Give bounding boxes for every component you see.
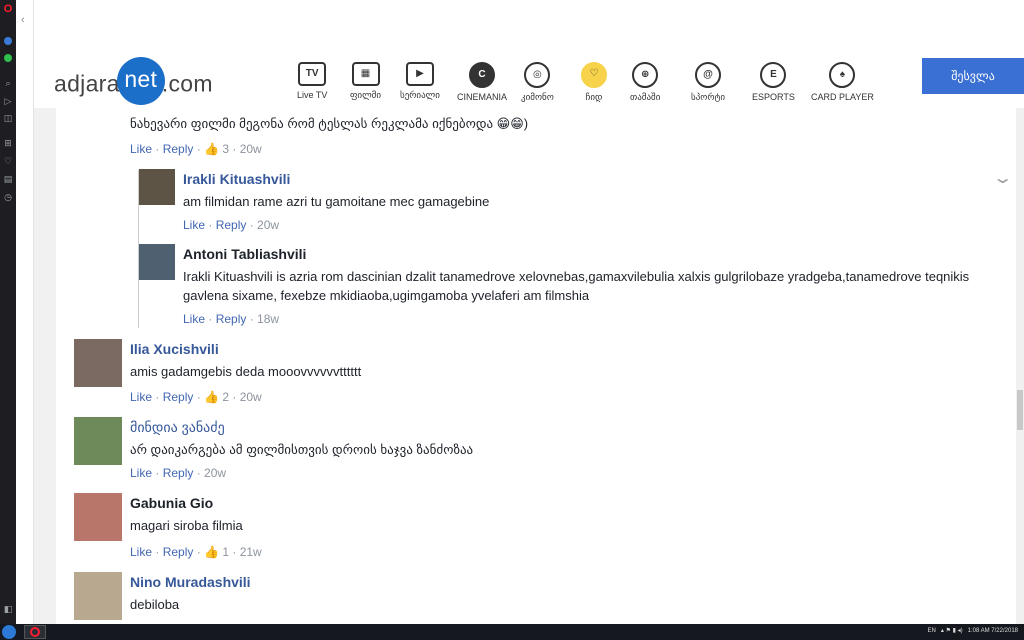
gamepad-icon: ⊕ (632, 62, 659, 88)
comment-meta: Like · Reply · 20w (130, 466, 227, 480)
reply-link[interactable]: Reply (163, 545, 194, 559)
aperture-icon: ◎ (524, 62, 551, 88)
cinemania-icon: C (469, 62, 495, 88)
spade-icon: ♠ (829, 62, 856, 88)
comment-text: am filmidan rame azri tu gamoitane mec g… (183, 194, 490, 209)
nav-movies[interactable]: ▦ ფილმი (350, 62, 381, 101)
system-tray: EN ▴ ⚑ ▮ ◂) 1:08 AM 7/22/2018 (927, 628, 1018, 634)
scrollbar-thumb[interactable] (1017, 390, 1023, 430)
like-link[interactable]: Like (130, 390, 152, 404)
like-count: 3 (222, 142, 230, 156)
news-icon[interactable]: ▤ (3, 174, 13, 184)
reply-link[interactable]: Reply (163, 142, 194, 156)
avatar[interactable] (74, 493, 122, 541)
comment-time: 20w (257, 218, 280, 232)
scrollbar[interactable] (1016, 108, 1024, 624)
esports-icon: E (760, 62, 787, 88)
tv-icon: TV (298, 62, 327, 86)
comment-meta: Like · Reply · 👍 2 · 20w (130, 390, 262, 404)
nav-live-tv[interactable]: TV Live TV (297, 62, 327, 100)
comment-author[interactable]: Nino Muradashvili (130, 574, 251, 590)
whatsapp-icon[interactable] (4, 54, 12, 62)
comment-time: 20w (204, 466, 227, 480)
reply-link[interactable]: Reply (216, 218, 247, 232)
thumbs-up-icon: 👍 (204, 390, 219, 404)
opera-icon (30, 627, 40, 637)
nav-esports[interactable]: E ESPORTS (752, 62, 795, 102)
clock-time[interactable]: 1:08 AM (968, 628, 990, 634)
nav-series[interactable]: ▶ სერიალი (400, 62, 440, 101)
avatar[interactable] (74, 339, 122, 387)
reply-link[interactable]: Reply (216, 312, 247, 326)
avatar[interactable] (139, 244, 175, 280)
comment-author[interactable]: Irakli Kituashvili (183, 171, 290, 187)
thumbs-up-icon: 👍 (204, 142, 219, 156)
like-count: 1 (222, 545, 230, 559)
heart-icon: ♡ (581, 62, 607, 88)
clock-date[interactable]: 7/22/2018 (991, 628, 1018, 634)
comment-text: არ დაიკარგება ამ ფილმისთვის დროის ხაჯვა … (130, 442, 474, 457)
comment-meta: Like · Reply · 18w (183, 312, 280, 326)
os-taskbar: EN ▴ ⚑ ▮ ◂) 1:08 AM 7/22/2018 (0, 624, 1024, 640)
page-gutter (34, 108, 56, 624)
play-icon: ▶ (405, 62, 434, 86)
taskbar-opera-button[interactable] (24, 625, 46, 639)
apps-icon[interactable]: ⊞ (3, 138, 13, 148)
reply-link[interactable]: Reply (163, 466, 194, 480)
chevron-down-icon[interactable]: ⌄ (992, 168, 1013, 188)
opera-logo-icon[interactable]: O (3, 4, 13, 15)
nav-kimono[interactable]: ◎ კიმონო (521, 62, 554, 103)
search-icon[interactable]: ⌕ (3, 78, 13, 88)
history-icon[interactable]: ◷ (3, 192, 13, 202)
comment-time: 21w (239, 545, 262, 559)
like-link[interactable]: Like (183, 218, 205, 232)
reply-link[interactable]: Reply (163, 390, 194, 404)
comment-author[interactable]: Ilia Xucishvili (130, 341, 219, 357)
comment-meta: Like · Reply · 👍 3 · 20w (130, 142, 262, 156)
back-icon[interactable]: ‹ (21, 14, 25, 26)
like-link[interactable]: Like (130, 545, 152, 559)
comment-text: ნახევარი ფილმი მეგონა რომ ტესლას რეკლამა… (130, 116, 529, 131)
like-link[interactable]: Like (130, 142, 152, 156)
comment-time: 18w (257, 312, 280, 326)
comment-meta: Like · Reply · 👍 1 · 21w (130, 545, 262, 559)
nav-games[interactable]: ⊕ თამაში (630, 62, 660, 103)
speed-dial-strip: ‹ (16, 0, 34, 624)
sidebar-toggle-icon[interactable]: ◧ (3, 604, 13, 614)
comment-text: debiloba (130, 597, 180, 612)
avatar[interactable] (74, 572, 122, 620)
comment-time: 20w (239, 142, 262, 156)
nav-sport[interactable]: @ სპორტი (691, 62, 725, 103)
like-link[interactable]: Like (130, 466, 152, 480)
avatar[interactable] (139, 169, 175, 205)
nav-chid[interactable]: ♡ ჩიდ (581, 62, 607, 103)
comment-text: amis gadamgebis deda mooovvvvvvtttttt (130, 364, 362, 379)
site-header: adjara net .com TV Live TV ▦ ფილმი ▶ სერია… (34, 0, 1024, 108)
camera-icon[interactable]: ◫ (3, 113, 13, 123)
nav-card-player[interactable]: ♠ CARD PLAYER (811, 62, 874, 102)
like-link[interactable]: Like (183, 312, 205, 326)
site-logo[interactable]: adjara net .com (54, 57, 213, 108)
comment-time: 20w (239, 390, 262, 404)
comment-meta: Like · Reply · 20w (183, 218, 280, 232)
avatar[interactable] (74, 417, 122, 465)
heart-icon[interactable]: ♡ (3, 156, 13, 166)
play-icon[interactable]: ▷ (3, 96, 13, 106)
comment-author[interactable]: Gabunia Gio (130, 495, 213, 511)
browser-sidebar: O ⌕ ▷ ◫ ⊞ ♡ ▤ ◷ ◧ (0, 0, 16, 624)
comment-text: Irakli Kituashvili is azria rom dascinia… (183, 269, 970, 303)
thumbs-up-icon: 👍 (204, 545, 219, 559)
messenger-icon[interactable] (4, 37, 12, 45)
comment-text: magari siroba filmia (130, 518, 243, 533)
language-indicator[interactable]: EN (928, 628, 936, 634)
comment-author[interactable]: მინდია ვანაძე (130, 419, 225, 436)
nav-cinemania[interactable]: C CINEMANIA (457, 62, 507, 102)
start-button[interactable] (2, 625, 16, 639)
like-count: 2 (222, 390, 230, 404)
film-icon: ▦ (351, 62, 380, 86)
comment-author[interactable]: Antoni Tabliashvili (183, 246, 306, 262)
at-icon: @ (695, 62, 722, 88)
login-button[interactable]: შესვლა (922, 58, 1024, 94)
